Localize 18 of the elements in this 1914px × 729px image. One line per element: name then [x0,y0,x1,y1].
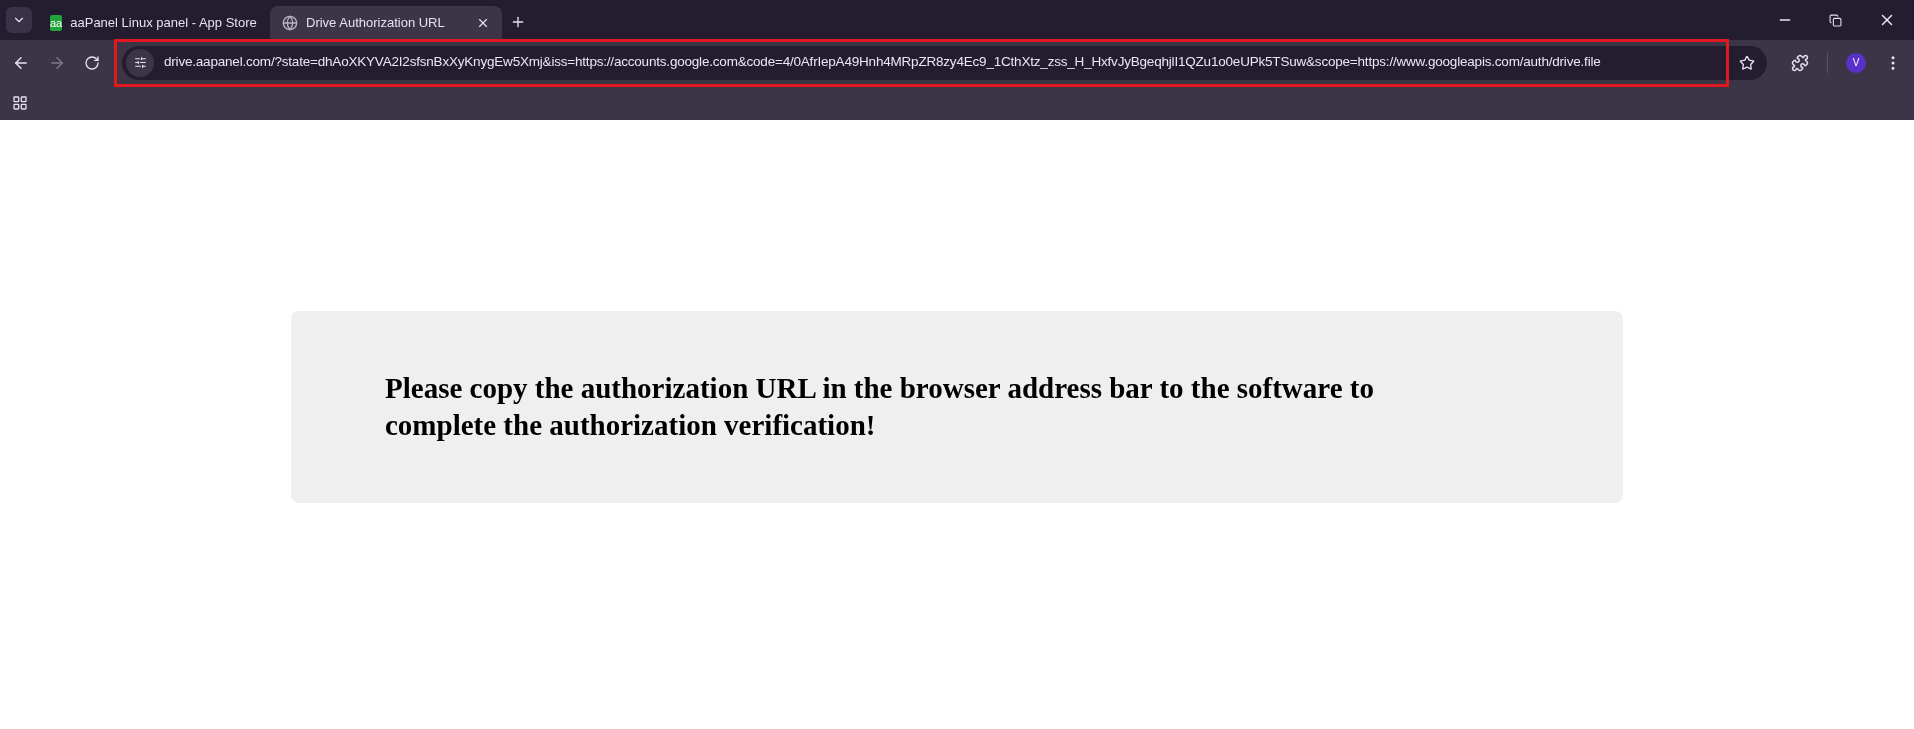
profile-avatar[interactable]: V [1846,52,1866,73]
bookmark-star-icon[interactable] [1739,54,1755,71]
restore-icon[interactable] [1829,13,1842,27]
tab-search-button[interactable] [6,7,32,33]
address-bar[interactable] [122,45,1767,80]
tab-title: Drive Authorization URL [306,14,446,33]
reload-icon[interactable] [84,54,100,71]
site-info-icon[interactable] [126,48,154,77]
close-icon[interactable] [476,16,490,30]
authorization-message: Please copy the authorization URL in the browser address bar to the software to complete the authorization verification! [385,371,1375,443]
tab-title: aaPanel Linux panel - App Store [70,14,257,33]
url-text[interactable]: drive.aapanel.com/?state=dhAoXKYVA2I2sfsnBxXyKnygEw5Xmj&iss=https://accounts.google.com&code=4/0AfrIepA49Hnh4MRpZR8zy4Ec9_1CthXtz_zss_H_HxfvJyBgeqhjlI1QZu1o0eUPk5TSuw&scope=https://www.googleapis.com/auth/drive.file [164,52,1729,73]
browser-tab[interactable]: Drive Authorization URL [270,6,502,40]
apps-grid-icon[interactable] [12,94,28,111]
globe-icon [282,15,298,31]
new-tab-icon[interactable] [510,14,526,30]
extensions-icon[interactable] [1791,53,1809,72]
favicon-icon: aa [50,15,63,31]
